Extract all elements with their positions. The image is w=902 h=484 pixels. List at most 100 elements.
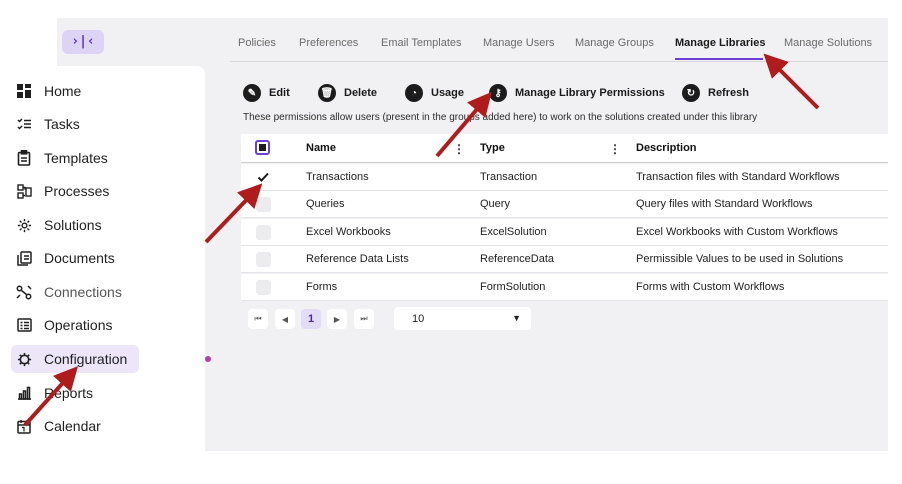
connections-icon (16, 284, 32, 300)
column-menu-icon[interactable]: ⋮ (453, 142, 465, 156)
active-indicator-dot (205, 356, 211, 362)
process-icon (16, 183, 32, 199)
sidebar-item-home[interactable]: Home (16, 77, 156, 105)
sidebar-item-label: Home (44, 83, 82, 99)
cog-icon (16, 217, 32, 233)
sidebar-item-solutions[interactable]: Solutions (16, 211, 156, 239)
edit-label: Edit (269, 87, 290, 99)
edit-icon: ✎ (243, 84, 261, 102)
column-header-name[interactable]: Name (306, 134, 336, 162)
last-page-button[interactable]: ⏭ (354, 309, 374, 329)
sidebar-item-connections[interactable]: Connections (16, 278, 156, 306)
sidebar-item-reports[interactable]: Reports (16, 379, 156, 407)
sidebar-item-label: Processes (44, 183, 110, 199)
sidebar-item-templates[interactable]: Templates (16, 144, 156, 172)
tab-manage-solutions[interactable]: Manage Solutions (784, 37, 872, 49)
sidebar-item-label: Solutions (44, 217, 102, 233)
cell-type: Transaction (480, 171, 538, 183)
page-size-select[interactable]: 10 ▼ (394, 307, 531, 330)
sidebar-item-configuration[interactable]: Configuration (11, 345, 139, 373)
cell-description: Forms with Custom Workflows (636, 281, 785, 293)
sidebar-item-processes[interactable]: Processes (16, 177, 156, 205)
row-checkbox[interactable] (256, 252, 271, 267)
sidebar-item-label: Tasks (44, 116, 80, 132)
tab-manage-users[interactable]: Manage Users (483, 37, 555, 49)
table-row[interactable]: Queries Query Query files with Standard … (241, 191, 888, 218)
table-header-row: Name ⋮ Type ⋮ Description (241, 134, 888, 163)
delete-label: Delete (344, 87, 378, 99)
sidebar-item-documents[interactable]: Documents (16, 244, 156, 272)
calendar-icon (16, 418, 32, 434)
documents-icon (16, 250, 32, 266)
sidebar-item-tasks[interactable]: Tasks (16, 110, 156, 138)
sidebar-item-label: Calendar (44, 418, 101, 434)
cell-name: Forms (306, 281, 338, 293)
checklist-icon (16, 116, 32, 132)
table-row[interactable]: Reference Data Lists ReferenceData Permi… (241, 246, 888, 273)
configuration-icon (16, 351, 32, 367)
cell-description: Transaction files with Standard Workflow… (636, 171, 840, 183)
tab-email-templates[interactable]: Email Templates (381, 37, 462, 49)
page-size-value: 10 (412, 312, 425, 325)
sidebar-item-label: Configuration (44, 351, 128, 367)
sidebar-item-calendar[interactable]: Calendar (16, 412, 156, 440)
key-icon: ⚷ (489, 84, 507, 102)
usage-label: Usage (431, 87, 465, 99)
column-header-description[interactable]: Description (636, 134, 697, 162)
cell-type: FormSolution (480, 281, 546, 293)
cell-name: Transactions (306, 171, 369, 183)
column-header-type[interactable]: Type (480, 134, 505, 162)
grid-icon (16, 83, 32, 99)
row-checkbox[interactable] (256, 170, 271, 185)
row-checkbox[interactable] (256, 280, 271, 295)
sidebar-item-label: Templates (44, 150, 108, 166)
clipboard-icon (16, 150, 32, 166)
sidebar-item-label: Connections (44, 284, 122, 300)
usage-button[interactable]: ◔ Usage (405, 83, 464, 103)
cell-type: ExcelSolution (480, 226, 547, 238)
column-menu-icon[interactable]: ⋮ (609, 142, 621, 156)
refresh-label: Refresh (708, 87, 749, 99)
cell-name: Reference Data Lists (306, 253, 409, 265)
clock-icon: ◔ (405, 84, 423, 102)
refresh-button[interactable]: ↻ Refresh (682, 83, 749, 103)
sidebar-item-operations[interactable]: Operations (16, 311, 156, 339)
cell-type: Query (480, 198, 510, 210)
first-page-button[interactable]: ⏮ (248, 309, 268, 329)
current-page-button[interactable]: 1 (301, 309, 321, 329)
active-tab-underline (675, 58, 763, 60)
sidebar-item-label: Operations (44, 317, 113, 333)
cell-description: Excel Workbooks with Custom Workflows (636, 226, 838, 238)
prev-page-button[interactable]: ◀ (275, 309, 295, 329)
operations-icon (16, 317, 32, 333)
row-checkbox[interactable] (256, 197, 271, 212)
refresh-icon: ↻ (682, 84, 700, 102)
cell-description: Permissible Values to be used in Solutio… (636, 253, 844, 265)
edit-button[interactable]: ✎ Edit (243, 83, 290, 103)
manage-permissions-label: Manage Library Permissions (515, 87, 665, 99)
tab-preferences[interactable]: Preferences (299, 37, 358, 49)
permissions-hint-text: These permissions allow users (present i… (243, 112, 758, 123)
table-row[interactable]: Forms FormSolution Forms with Custom Wor… (241, 274, 888, 301)
row-checkbox[interactable] (256, 225, 271, 240)
manage-permissions-button[interactable]: ⚷ Manage Library Permissions (489, 83, 665, 103)
tab-manage-groups[interactable]: Manage Groups (575, 37, 654, 49)
cell-description: Query files with Standard Workflows (636, 198, 813, 210)
delete-button[interactable]: 🗑︎ Delete (318, 83, 377, 103)
table-row[interactable]: Excel Workbooks ExcelSolution Excel Work… (241, 219, 888, 246)
cell-name: Excel Workbooks (306, 226, 391, 238)
checkmark-icon (257, 172, 269, 182)
cell-name: Queries (306, 198, 345, 210)
tab-manage-libraries[interactable]: Manage Libraries (675, 37, 765, 49)
next-page-button[interactable]: ▶ (327, 309, 347, 329)
tab-policies[interactable]: Policies (238, 37, 276, 49)
cell-type: ReferenceData (480, 253, 554, 265)
chevron-down-icon: ▼ (512, 313, 521, 323)
table-row[interactable]: Transactions Transaction Transaction fil… (241, 164, 888, 191)
trash-icon: 🗑︎ (318, 84, 336, 102)
sidebar-item-label: Reports (44, 385, 94, 401)
bar-chart-icon (16, 385, 32, 401)
sidebar-item-label: Documents (44, 250, 115, 266)
select-all-checkbox[interactable] (255, 140, 270, 155)
sidebar-collapse-button[interactable]: ›|‹ (62, 30, 104, 54)
